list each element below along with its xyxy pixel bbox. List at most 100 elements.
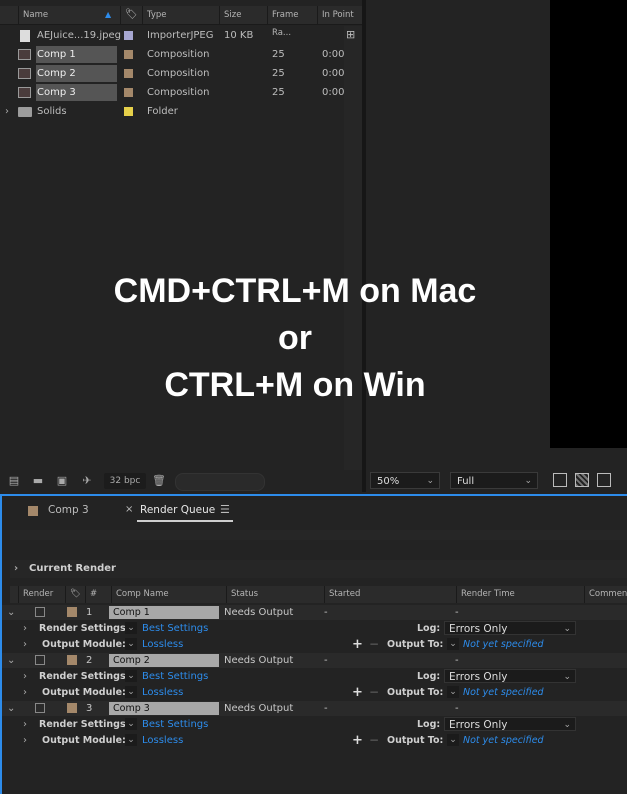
- chevron-down-icon[interactable]: ⌄: [7, 701, 15, 716]
- label-swatch[interactable]: [67, 607, 77, 617]
- render-item-row[interactable]: ⌄ 3 Comp 3 Needs Output - -: [2, 701, 627, 716]
- item-in-point: 0:00: [322, 87, 345, 98]
- remove-output-module-icon[interactable]: −: [369, 685, 379, 700]
- tab-comp-3[interactable]: Comp 3: [48, 504, 89, 516]
- project-item-comp-3[interactable]: Comp 3 Composition 25 0:00: [0, 83, 344, 102]
- overlay-line-or: or: [278, 319, 312, 357]
- chevron-down-icon[interactable]: ⌄: [125, 718, 137, 730]
- panel-menu-icon[interactable]: ☰: [220, 503, 230, 516]
- label-swatch[interactable]: [67, 655, 77, 665]
- remove-output-module-icon[interactable]: −: [369, 637, 379, 652]
- label-swatch[interactable]: [124, 31, 133, 40]
- chevron-down-icon[interactable]: ⌄: [125, 670, 137, 682]
- chevron-right-icon[interactable]: ›: [23, 621, 27, 636]
- bit-depth-button[interactable]: 32 bpc: [104, 473, 146, 489]
- column-type[interactable]: Type: [142, 6, 219, 24]
- transparency-grid-icon[interactable]: [575, 473, 589, 487]
- output-module-row: › Output Module: ⌄ Lossless + − Output T…: [2, 685, 627, 700]
- chevron-right-icon[interactable]: ›: [23, 733, 27, 748]
- project-search-input[interactable]: [175, 473, 265, 491]
- label-swatch[interactable]: [124, 88, 133, 97]
- column-name[interactable]: Name ▲: [18, 6, 120, 24]
- chevron-down-icon[interactable]: ⌄: [7, 653, 15, 668]
- chevron-down-icon[interactable]: ⌄: [125, 734, 137, 746]
- output-to-link[interactable]: Not yet specified: [463, 733, 544, 748]
- chevron-down-icon[interactable]: ⌄: [447, 734, 459, 746]
- chevron-down-icon[interactable]: ⌄: [447, 686, 459, 698]
- add-output-module-icon[interactable]: +: [352, 733, 363, 748]
- add-output-module-icon[interactable]: +: [352, 637, 363, 652]
- output-module-link[interactable]: Lossless: [142, 637, 183, 652]
- item-type: Folder: [147, 106, 178, 117]
- output-module-link[interactable]: Lossless: [142, 685, 183, 700]
- project-item-solids-folder[interactable]: › Solids Folder: [0, 102, 344, 121]
- magnification-dropdown[interactable]: 50% ⌄: [370, 472, 440, 489]
- project-item-jpeg[interactable]: AEJuice...19.jpeg ImporterJPEG 10 KB: [0, 26, 344, 45]
- composition-viewer: 50% ⌄ Full ⌄: [366, 0, 627, 492]
- tab-render-queue[interactable]: Render Queue: [140, 504, 215, 516]
- column-frame-rate[interactable]: Frame Ra...: [267, 6, 317, 38]
- label-swatch[interactable]: [67, 703, 77, 713]
- column-comp-name-label: Comp Name: [116, 589, 169, 599]
- column-status[interactable]: Status: [226, 586, 324, 603]
- resolution-dropdown[interactable]: Full ⌄: [450, 472, 538, 489]
- column-started[interactable]: Started: [324, 586, 456, 603]
- render-settings-link[interactable]: Best Settings: [142, 621, 208, 636]
- log-dropdown[interactable]: Errors Only ⌄: [444, 669, 576, 683]
- label-swatch[interactable]: [124, 107, 133, 116]
- new-folder-icon[interactable]: ▬: [31, 475, 45, 487]
- column-number[interactable]: #: [85, 586, 111, 603]
- render-settings-link[interactable]: Best Settings: [142, 717, 208, 732]
- chevron-down-icon[interactable]: ⌄: [125, 622, 137, 634]
- project-scrollbar[interactable]: ⊞: [344, 26, 362, 492]
- current-render-bar[interactable]: › Current Render: [10, 560, 627, 578]
- render-checkbox[interactable]: [35, 607, 45, 617]
- remove-output-module-icon[interactable]: −: [369, 733, 379, 748]
- project-item-comp-1[interactable]: Comp 1 Composition 25 0:00: [0, 45, 344, 64]
- chevron-down-icon[interactable]: ⌄: [447, 638, 459, 650]
- render-item-row[interactable]: ⌄ 2 Comp 2 Needs Output - -: [2, 653, 627, 668]
- chevron-right-icon[interactable]: ›: [23, 637, 27, 652]
- render-settings-label: Render Settings:: [39, 623, 130, 634]
- label-column[interactable]: 🏷: [120, 6, 142, 24]
- log-dropdown[interactable]: Errors Only ⌄: [444, 717, 576, 731]
- output-to-link[interactable]: Not yet specified: [463, 685, 544, 700]
- item-type: Composition: [147, 68, 210, 79]
- adjust-settings-icon[interactable]: ✈: [80, 475, 94, 487]
- column-comment[interactable]: Comment: [584, 586, 627, 603]
- close-icon[interactable]: ×: [125, 504, 133, 515]
- new-composition-icon[interactable]: ▣: [55, 475, 69, 487]
- render-queue-header: Render 🏷 # Comp Name Status Started Rend…: [10, 586, 627, 603]
- render-checkbox[interactable]: [35, 703, 45, 713]
- chevron-right-icon[interactable]: ›: [14, 560, 18, 578]
- output-to-link[interactable]: Not yet specified: [463, 637, 544, 652]
- render-item-row[interactable]: ⌄ 1 Comp 1 Needs Output - -: [2, 605, 627, 620]
- column-render[interactable]: Render: [18, 586, 65, 603]
- label-swatch[interactable]: [124, 50, 133, 59]
- guides-icon[interactable]: [597, 473, 611, 487]
- chevron-right-icon[interactable]: ›: [5, 102, 9, 121]
- output-module-link[interactable]: Lossless: [142, 733, 183, 748]
- flowchart-icon[interactable]: ⊞: [346, 28, 355, 41]
- project-item-comp-2[interactable]: Comp 2 Composition 25 0:00: [0, 64, 344, 83]
- item-type: ImporterJPEG: [147, 30, 214, 41]
- label-swatch[interactable]: [124, 69, 133, 78]
- label-column[interactable]: 🏷: [65, 586, 85, 603]
- column-size[interactable]: Size: [219, 6, 267, 24]
- column-comp-name[interactable]: Comp Name: [111, 586, 226, 603]
- column-in-point[interactable]: In Point: [317, 6, 362, 24]
- chevron-right-icon[interactable]: ›: [23, 685, 27, 700]
- region-of-interest-icon[interactable]: [553, 473, 567, 487]
- add-output-module-icon[interactable]: +: [352, 685, 363, 700]
- chevron-down-icon[interactable]: ⌄: [125, 638, 137, 650]
- render-checkbox[interactable]: [35, 655, 45, 665]
- chevron-down-icon[interactable]: ⌄: [125, 686, 137, 698]
- interpret-footage-icon[interactable]: ▤: [7, 475, 21, 487]
- column-render-time[interactable]: Render Time: [456, 586, 584, 603]
- chevron-right-icon[interactable]: ›: [23, 669, 27, 684]
- chevron-down-icon[interactable]: ⌄: [7, 605, 15, 620]
- chevron-right-icon[interactable]: ›: [23, 717, 27, 732]
- render-settings-link[interactable]: Best Settings: [142, 669, 208, 684]
- trash-icon[interactable]: 🗑: [152, 475, 166, 487]
- log-dropdown[interactable]: Errors Only ⌄: [444, 621, 576, 635]
